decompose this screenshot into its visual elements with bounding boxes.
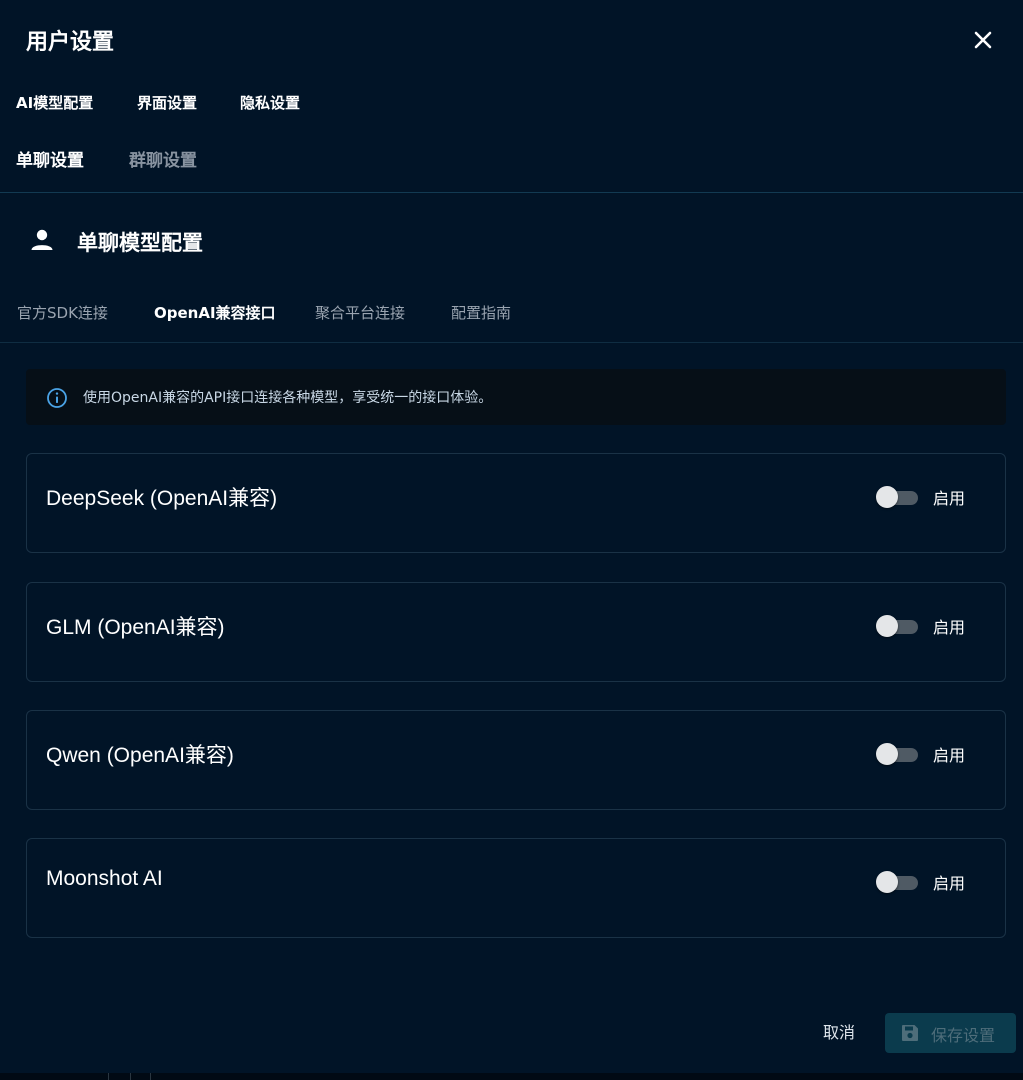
enable-toggle[interactable] — [876, 615, 918, 637]
enable-label: 启用 — [933, 746, 966, 765]
provider-card-qwen: Qwen (OpenAI兼容) 启用 — [26, 710, 1006, 810]
save-label: 保存设置 — [931, 1026, 996, 1045]
info-banner: 使用OpenAI兼容的API接口连接各种模型，享受统一的接口体验。 — [26, 369, 1006, 425]
person-icon — [31, 229, 53, 250]
close-button[interactable] — [968, 25, 998, 55]
cancel-button[interactable]: 取消 — [810, 1013, 868, 1053]
enable-label: 启用 — [933, 874, 966, 893]
tab-single-chat-settings[interactable]: 单聊设置 — [16, 146, 84, 171]
tab-interface-settings[interactable]: 界面设置 — [137, 92, 197, 113]
toggle-knob — [876, 743, 898, 765]
provider-name: GLM (OpenAI兼容) — [46, 616, 225, 639]
tabs-divider — [0, 192, 1023, 193]
save-icon — [902, 1025, 918, 1041]
dialog-title: 用户设置 — [26, 30, 115, 55]
background-window-edge — [0, 1073, 1023, 1080]
provider-card-deepseek: DeepSeek (OpenAI兼容) 启用 — [26, 453, 1006, 553]
tab-group-chat-settings[interactable]: 群聊设置 — [129, 146, 197, 171]
subtab-aggregator-platform[interactable]: 聚合平台连接 — [315, 302, 405, 323]
toggle-knob — [876, 871, 898, 893]
subtabs-divider — [0, 342, 1023, 343]
subtab-config-guide[interactable]: 配置指南 — [451, 302, 511, 323]
user-settings-dialog: 用户设置 AI模型配置 界面设置 隐私设置 单聊设置 群聊设置 单聊模型配置 官… — [0, 0, 1023, 1073]
enable-label: 启用 — [933, 618, 966, 637]
section-title: 单聊模型配置 — [77, 231, 203, 255]
tab-ai-model-config[interactable]: AI模型配置 — [16, 92, 93, 113]
provider-name: DeepSeek (OpenAI兼容) — [46, 487, 278, 510]
tab-privacy-settings[interactable]: 隐私设置 — [240, 92, 300, 113]
toggle-knob — [876, 486, 898, 508]
background-divider — [130, 1073, 131, 1080]
provider-card-moonshot: Moonshot AI 启用 — [26, 838, 1006, 938]
enable-toggle[interactable] — [876, 486, 918, 508]
enable-toggle[interactable] — [876, 871, 918, 893]
background-divider — [108, 1073, 109, 1080]
provider-name: Moonshot AI — [46, 867, 163, 890]
close-icon — [974, 31, 992, 49]
toggle-knob — [876, 615, 898, 637]
save-settings-button[interactable]: 保存设置 — [885, 1013, 1016, 1053]
dialog-header: 用户设置 — [0, 0, 1023, 82]
provider-card-glm: GLM (OpenAI兼容) 启用 — [26, 582, 1006, 682]
background-divider — [150, 1073, 151, 1080]
info-text: 使用OpenAI兼容的API接口连接各种模型，享受统一的接口体验。 — [83, 390, 493, 406]
info-icon — [47, 388, 67, 408]
subtab-official-sdk[interactable]: 官方SDK连接 — [17, 302, 108, 323]
subtab-openai-compatible[interactable]: OpenAI兼容接口 — [154, 302, 276, 323]
enable-toggle[interactable] — [876, 743, 918, 765]
enable-label: 启用 — [933, 489, 966, 508]
provider-name: Qwen (OpenAI兼容) — [46, 744, 234, 767]
